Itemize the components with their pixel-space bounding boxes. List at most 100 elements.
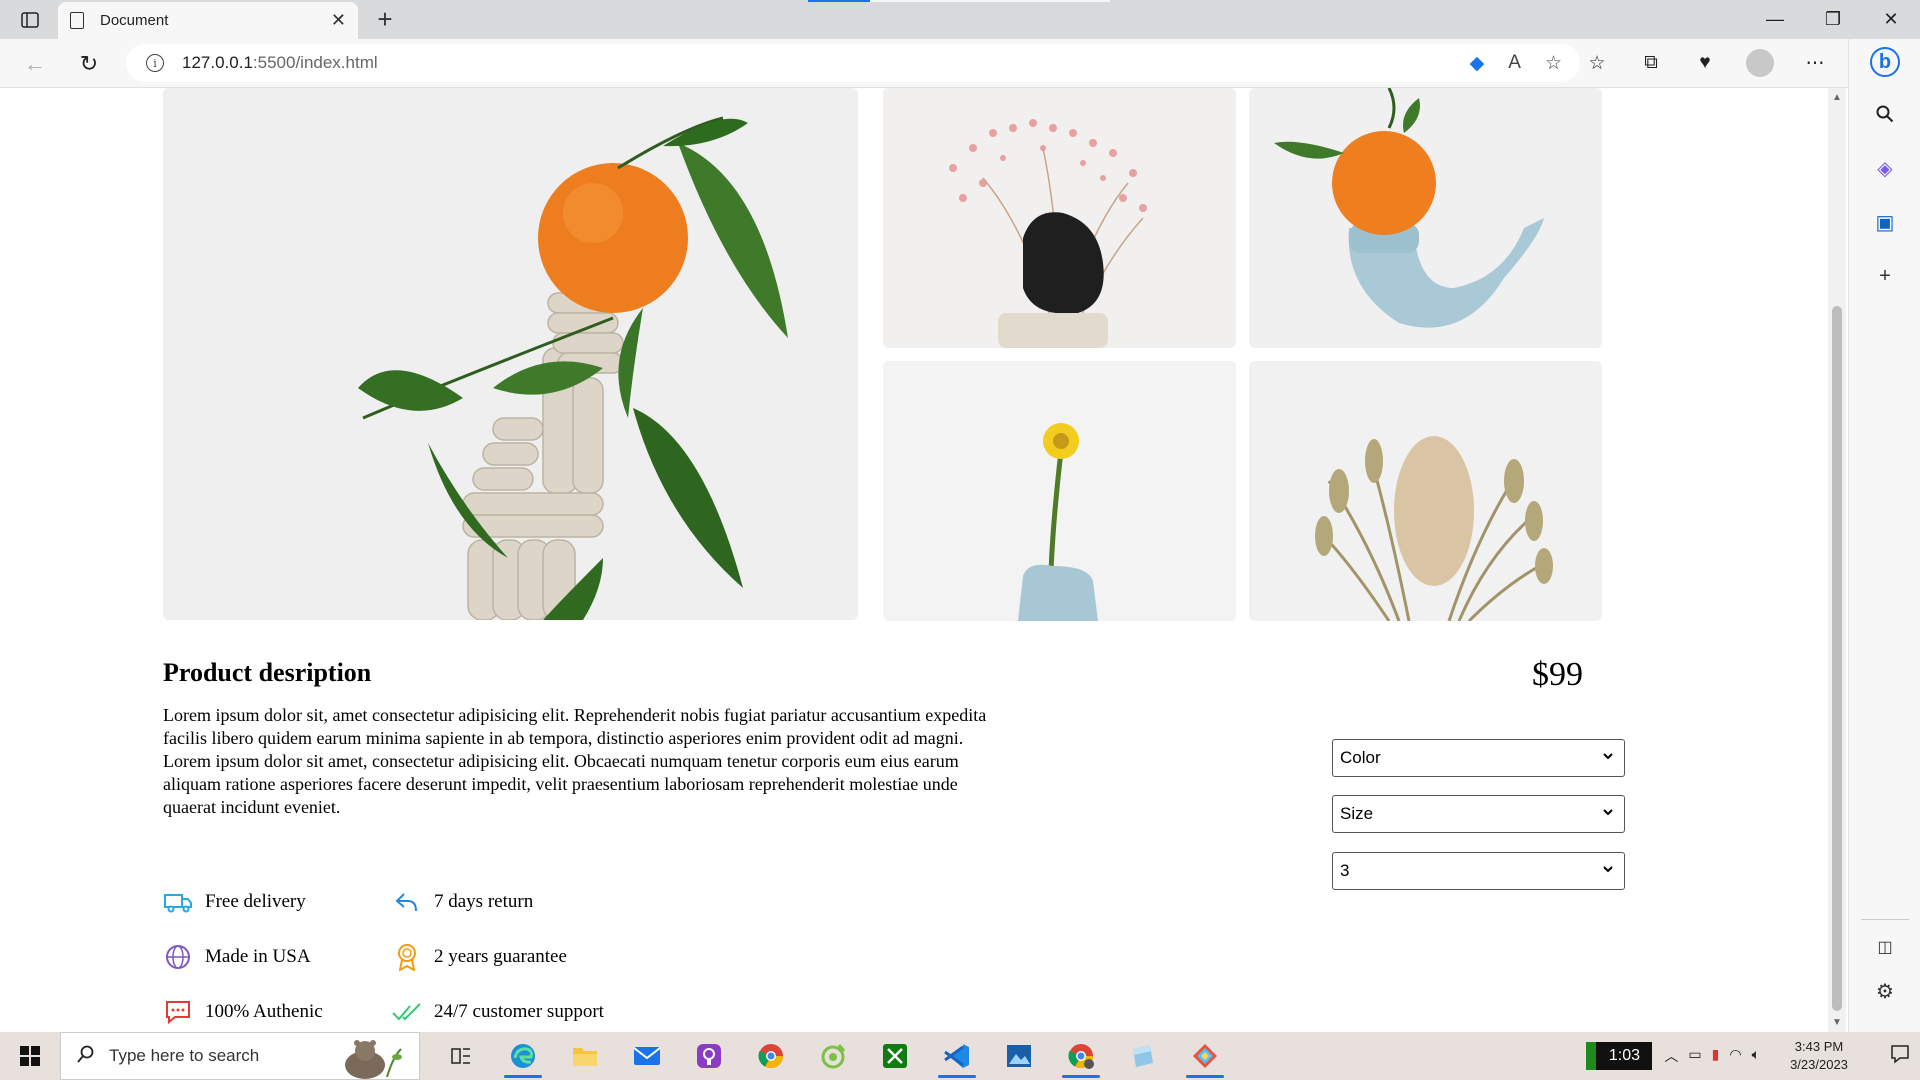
windows-start-icon[interactable] bbox=[0, 1032, 60, 1080]
info-icon[interactable]: i bbox=[146, 54, 164, 72]
bear-illustration-icon bbox=[335, 1037, 405, 1079]
battery-icon[interactable]: ▮ bbox=[1712, 1046, 1720, 1066]
edge-browser-icon[interactable] bbox=[492, 1032, 554, 1080]
size-select[interactable]: Size bbox=[1332, 795, 1625, 833]
restore-icon[interactable]: ❐ bbox=[1804, 0, 1862, 39]
add-favorite-icon[interactable]: ☆ bbox=[1545, 52, 1562, 75]
tab-strip-indicator-2 bbox=[870, 0, 1110, 2]
product-image-main[interactable] bbox=[163, 88, 858, 620]
product-image-4[interactable] bbox=[1249, 361, 1602, 621]
feature-label: 100% Authenic bbox=[205, 1001, 323, 1022]
product-image-2[interactable] bbox=[1249, 88, 1602, 348]
award-icon bbox=[392, 943, 422, 971]
scroll-thumb[interactable] bbox=[1832, 306, 1842, 1011]
color-select[interactable]: Color bbox=[1332, 739, 1625, 777]
timer-badge[interactable]: 1:03 bbox=[1586, 1042, 1653, 1070]
meet-now-icon[interactable]: ▭ bbox=[1688, 1046, 1701, 1066]
favorites-icon[interactable]: ☆ bbox=[1584, 50, 1610, 76]
double-check-icon bbox=[392, 998, 422, 1026]
outlook-icon[interactable]: ▣ bbox=[1870, 207, 1900, 237]
wifi-icon[interactable]: ◠ bbox=[1729, 1046, 1741, 1066]
copilot-icon[interactable]: ◈ bbox=[1870, 153, 1900, 183]
chevron-down-icon bbox=[1602, 862, 1614, 878]
scroll-down-arrow-icon[interactable]: ▼ bbox=[1832, 1017, 1842, 1028]
close-window-icon[interactable]: ✕ bbox=[1862, 0, 1920, 39]
collections-icon[interactable]: ⧉ bbox=[1638, 50, 1664, 76]
feature-label: Free delivery bbox=[205, 891, 306, 912]
minimize-icon[interactable]: — bbox=[1746, 0, 1804, 39]
edge-sidebar: b ◈ ▣ + ◫ ⚙ bbox=[1848, 39, 1920, 1032]
chevron-up-icon[interactable]: ︿ bbox=[1664, 1046, 1678, 1066]
quantity-select-value: 3 bbox=[1340, 861, 1350, 880]
chrome-profile-icon[interactable] bbox=[1050, 1032, 1112, 1080]
feature-free-delivery: Free delivery bbox=[163, 888, 306, 916]
xbox-icon[interactable] bbox=[864, 1032, 926, 1080]
tray-icons: ︿ ▭ ▮ ◠ 🔈︎ bbox=[1664, 1046, 1760, 1066]
address-bar: ← ↻ i 127.0.0.1:5500/index.html ◆ A ☆ ☆ … bbox=[0, 39, 1920, 88]
tab-actions-icon[interactable] bbox=[18, 8, 42, 32]
url-host: 127.0.0.1 bbox=[182, 53, 253, 72]
url-path: :5500/index.html bbox=[252, 53, 378, 72]
feature-label: 24/7 customer support bbox=[434, 1001, 604, 1022]
taskbar: Type here to search 1:03 ︿ ▭ ▮ ◠ 🔈︎ 3:43… bbox=[0, 1032, 1920, 1080]
search-placeholder: Type here to search bbox=[109, 1046, 260, 1065]
chevron-down-icon bbox=[1602, 749, 1614, 765]
add-icon[interactable]: + bbox=[1870, 261, 1900, 291]
globe-icon bbox=[163, 943, 193, 971]
more-options-icon[interactable]: ⋯ bbox=[1802, 50, 1828, 76]
search-icon[interactable] bbox=[1870, 99, 1900, 129]
mail-icon[interactable] bbox=[616, 1032, 678, 1080]
feature-support: 24/7 customer support bbox=[392, 998, 604, 1026]
tab-bar: Document ✕ + — ❐ ✕ bbox=[0, 0, 1920, 39]
feature-label: 2 years guarantee bbox=[434, 946, 567, 967]
health-icon[interactable]: ♥ bbox=[1692, 50, 1718, 76]
taskbar-apps bbox=[430, 1032, 1236, 1080]
quantity-select[interactable]: 3 bbox=[1332, 852, 1625, 890]
page-scrollbar[interactable]: ▲ ▼ bbox=[1828, 88, 1846, 1032]
tab-strip-indicator bbox=[808, 0, 870, 2]
volume-icon[interactable]: 🔈︎ bbox=[1752, 1046, 1760, 1066]
photos-icon[interactable] bbox=[988, 1032, 1050, 1080]
product-description-title: Product desription bbox=[163, 658, 372, 687]
coupon-tag-icon[interactable]: ◆ bbox=[1470, 52, 1485, 75]
clock[interactable]: 3:43 PM 3/23/2023 bbox=[1774, 1038, 1864, 1074]
feature-label: 7 days return bbox=[434, 891, 534, 912]
gitkraken-icon[interactable] bbox=[1174, 1032, 1236, 1080]
settings-gear-icon[interactable]: ⚙ bbox=[1870, 976, 1900, 1006]
split-screen-icon[interactable]: ◫ bbox=[1870, 932, 1900, 962]
read-aloud-icon[interactable]: A bbox=[1508, 52, 1521, 75]
taskbar-search[interactable]: Type here to search bbox=[60, 1032, 420, 1080]
browser-toolbar: ☆ ⧉ ♥ ⋯ bbox=[1584, 49, 1828, 77]
new-tab-button[interactable]: + bbox=[370, 4, 400, 35]
vscode-icon[interactable] bbox=[926, 1032, 988, 1080]
clock-date: 3/23/2023 bbox=[1790, 1057, 1848, 1072]
back-icon[interactable]: ← bbox=[20, 49, 50, 79]
chat-icon bbox=[163, 998, 193, 1026]
description-paragraph-1: Lorem ipsum dolor sit, amet consectetur … bbox=[163, 705, 987, 748]
task-view-icon[interactable] bbox=[430, 1032, 492, 1080]
notifications-icon[interactable] bbox=[1880, 1044, 1920, 1069]
url-field[interactable]: i 127.0.0.1:5500/index.html ◆ A ☆ bbox=[126, 44, 1580, 82]
file-explorer-icon[interactable] bbox=[554, 1032, 616, 1080]
tab-document[interactable]: Document ✕ bbox=[58, 2, 358, 39]
chrome-icon[interactable] bbox=[740, 1032, 802, 1080]
chevron-down-icon bbox=[1602, 805, 1614, 821]
tab-title: Document bbox=[100, 12, 169, 29]
search-icon bbox=[77, 1045, 95, 1068]
profile-avatar[interactable] bbox=[1746, 49, 1774, 77]
bing-chat-icon[interactable]: b bbox=[1870, 47, 1900, 77]
product-description: Lorem ipsum dolor sit, amet consectetur … bbox=[163, 704, 1013, 819]
product-image-3[interactable] bbox=[883, 361, 1236, 621]
greenshot-icon[interactable] bbox=[802, 1032, 864, 1080]
system-tray: 1:03 ︿ ▭ ▮ ◠ 🔈︎ 3:43 PM 3/23/2023 bbox=[1586, 1032, 1920, 1080]
close-tab-icon[interactable]: ✕ bbox=[331, 10, 346, 31]
url-actions: ◆ A ☆ bbox=[1470, 52, 1562, 75]
notes-icon[interactable] bbox=[1112, 1032, 1174, 1080]
podcast-app-icon[interactable] bbox=[678, 1032, 740, 1080]
feature-guarantee: 2 years guarantee bbox=[392, 943, 567, 971]
refresh-icon[interactable]: ↻ bbox=[74, 49, 104, 79]
color-select-value: Color bbox=[1340, 748, 1381, 767]
product-image-1[interactable] bbox=[883, 88, 1236, 348]
scroll-up-arrow-icon[interactable]: ▲ bbox=[1832, 92, 1842, 103]
sidebar-divider bbox=[1861, 919, 1909, 920]
